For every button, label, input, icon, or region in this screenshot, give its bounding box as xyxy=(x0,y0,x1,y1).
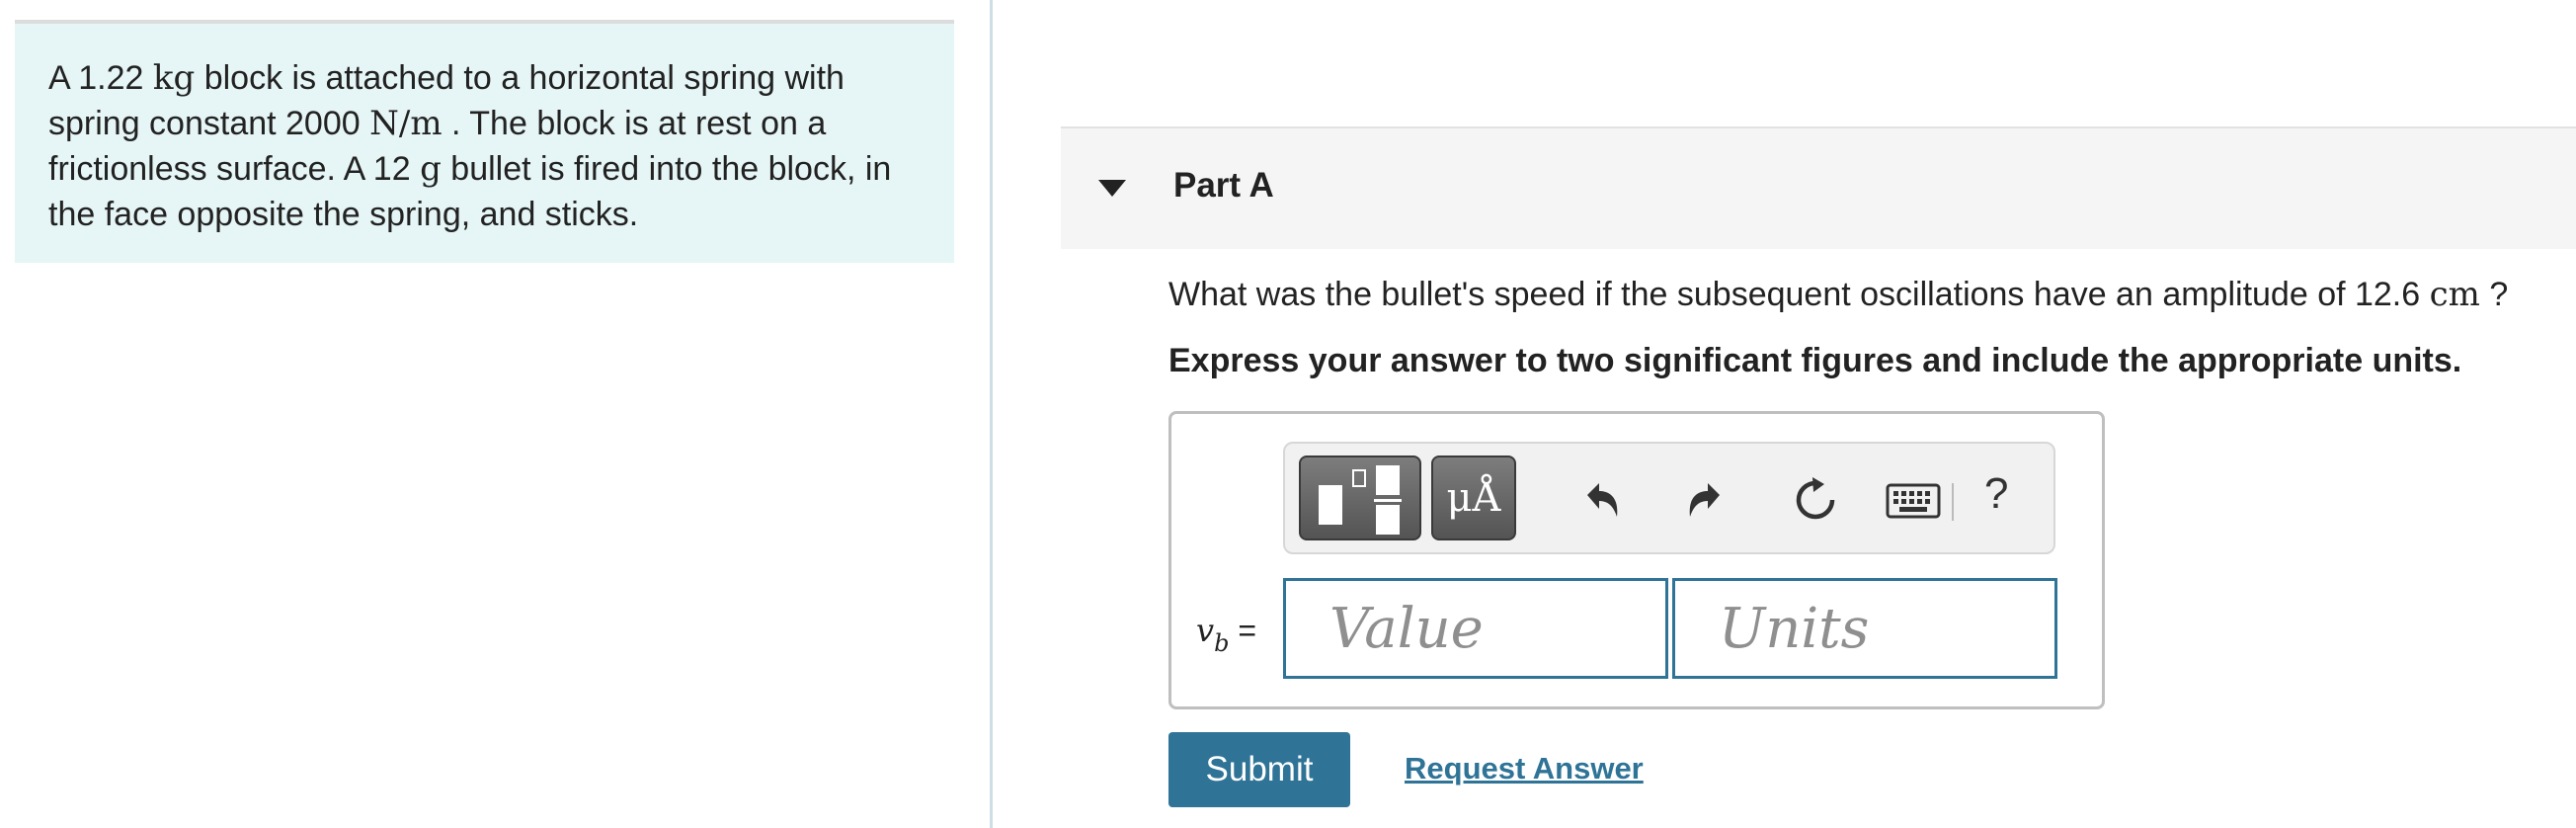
units-input[interactable] xyxy=(1672,578,2057,679)
value-input[interactable] xyxy=(1283,578,1668,679)
variable-subscript: b xyxy=(1214,629,1230,657)
request-answer-link[interactable]: Request Answer xyxy=(1405,751,1644,787)
problem-statement: A 1.22 kg block is attached to a horizon… xyxy=(15,20,954,263)
toolbar-separator xyxy=(1952,483,1954,521)
part-a-header[interactable]: Part A xyxy=(1061,126,2576,249)
answer-box: μÅ ? vb = xyxy=(1168,411,2105,709)
question-end: ? xyxy=(2479,276,2509,313)
unit-n-per-m: N/m xyxy=(369,104,443,143)
question-body: What was the bullet's speed if the subse… xyxy=(1168,276,2430,313)
submit-button[interactable]: Submit xyxy=(1168,732,1350,807)
templates-button[interactable] xyxy=(1299,455,1421,540)
redo-icon[interactable] xyxy=(1680,473,1733,527)
undo-icon[interactable] xyxy=(1573,473,1627,527)
part-title: Part A xyxy=(1173,166,1274,205)
collapse-caret-icon[interactable] xyxy=(1098,180,1126,197)
unit-cm: cm xyxy=(2429,275,2480,314)
keyboard-icon[interactable] xyxy=(1886,483,1941,519)
units-button[interactable]: μÅ xyxy=(1431,455,1516,540)
equals-sign: = xyxy=(1229,613,1257,648)
variable-label: vb = xyxy=(1196,612,1257,657)
problem-text: A 1.22 xyxy=(48,59,153,97)
reset-icon[interactable] xyxy=(1789,473,1842,527)
answer-instructions: Express your answer to two significant f… xyxy=(1168,342,2462,379)
unit-g: g xyxy=(420,149,442,189)
variable-symbol: v xyxy=(1196,612,1215,649)
column-divider xyxy=(990,0,993,828)
unit-kg: kg xyxy=(152,58,196,98)
help-icon[interactable]: ? xyxy=(1984,469,2008,519)
math-toolbar: μÅ ? xyxy=(1283,442,2055,554)
question-text: What was the bullet's speed if the subse… xyxy=(1168,275,2508,314)
